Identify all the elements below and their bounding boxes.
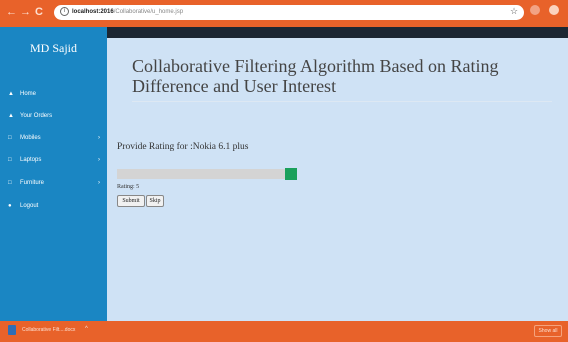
sidebar-item-label: Home (20, 91, 37, 97)
sidebar-item-your-orders[interactable]: ▲ Your Orders (8, 110, 100, 122)
skip-button[interactable]: Skip (146, 195, 164, 207)
sidebar: MD Sajid ▲ Home ▲ Your Orders □ Mobiles › □… (0, 27, 107, 321)
user-icon: ● (8, 203, 12, 209)
browser-toolbar: ← → C i localhost:2016/Collaborative/u_ho… (0, 0, 568, 27)
forward-icon[interactable]: → (20, 5, 31, 19)
title-divider (132, 101, 552, 102)
file-icon: □ (8, 157, 12, 163)
url-host: localhost:2016 (72, 9, 114, 15)
word-document-icon (8, 325, 16, 335)
file-icon: □ (8, 135, 12, 141)
address-bar[interactable]: i localhost:2016/Collaborative/u_home.jsp (54, 5, 524, 20)
user-name: MD Sajid (29, 41, 77, 55)
home-icon: ▲ (8, 91, 14, 97)
home-icon: ▲ (8, 113, 14, 119)
info-icon[interactable]: i (60, 6, 69, 16)
sidebar-item-home[interactable]: ▲ Home (8, 88, 100, 100)
back-icon[interactable]: ← (6, 5, 17, 19)
profile-icon[interactable] (549, 5, 559, 15)
sidebar-item-logout[interactable]: ● Logout (8, 200, 100, 212)
rating-prompt: Provide Rating for :Nokia 6.1 plus (117, 142, 248, 152)
product-name: Nokia 6.1 plus (192, 142, 249, 152)
prompt-prefix: Provide Rating for : (117, 142, 193, 152)
download-bar: Collaborative Filt....docx ^ Show all (0, 321, 568, 342)
url-path: /Collaborative/u_home.jsp (113, 9, 184, 15)
chevron-up-icon[interactable]: ^ (85, 326, 88, 332)
main-content: Collaborative Filtering Algorithm Based … (107, 38, 568, 321)
sidebar-item-furniture[interactable]: □ Furniture › (8, 177, 100, 189)
sidebar-item-label: Your Orders (20, 113, 53, 119)
rating-slider-handle[interactable] (285, 168, 297, 180)
extension-icon[interactable] (530, 5, 540, 15)
sidebar-item-laptops[interactable]: □ Laptops › (8, 154, 100, 166)
sidebar-item-label: Mobiles (20, 135, 41, 141)
chevron-right-icon: › (98, 180, 100, 186)
header-strip (107, 27, 568, 38)
sidebar-item-label: Furniture (20, 180, 45, 186)
sidebar-item-label: Laptops (20, 157, 42, 163)
bookmark-star-icon[interactable]: ☆ (510, 6, 518, 17)
chevron-right-icon: › (98, 157, 100, 163)
reload-icon[interactable]: C (35, 5, 43, 19)
chevron-right-icon: › (98, 135, 100, 141)
sidebar-item-mobiles[interactable]: □ Mobiles › (8, 132, 100, 144)
submit-button[interactable]: Submit (117, 195, 145, 207)
rating-slider[interactable] (117, 168, 297, 180)
page-title: Collaborative Filtering Algorithm Based … (132, 56, 499, 96)
rating-readout: Rating: 5 (117, 184, 140, 190)
file-icon: □ (8, 180, 12, 186)
show-all-button[interactable]: Show all (534, 325, 562, 337)
sidebar-item-label: Logout (20, 203, 39, 209)
download-file-name[interactable]: Collaborative Filt....docx (22, 327, 75, 333)
